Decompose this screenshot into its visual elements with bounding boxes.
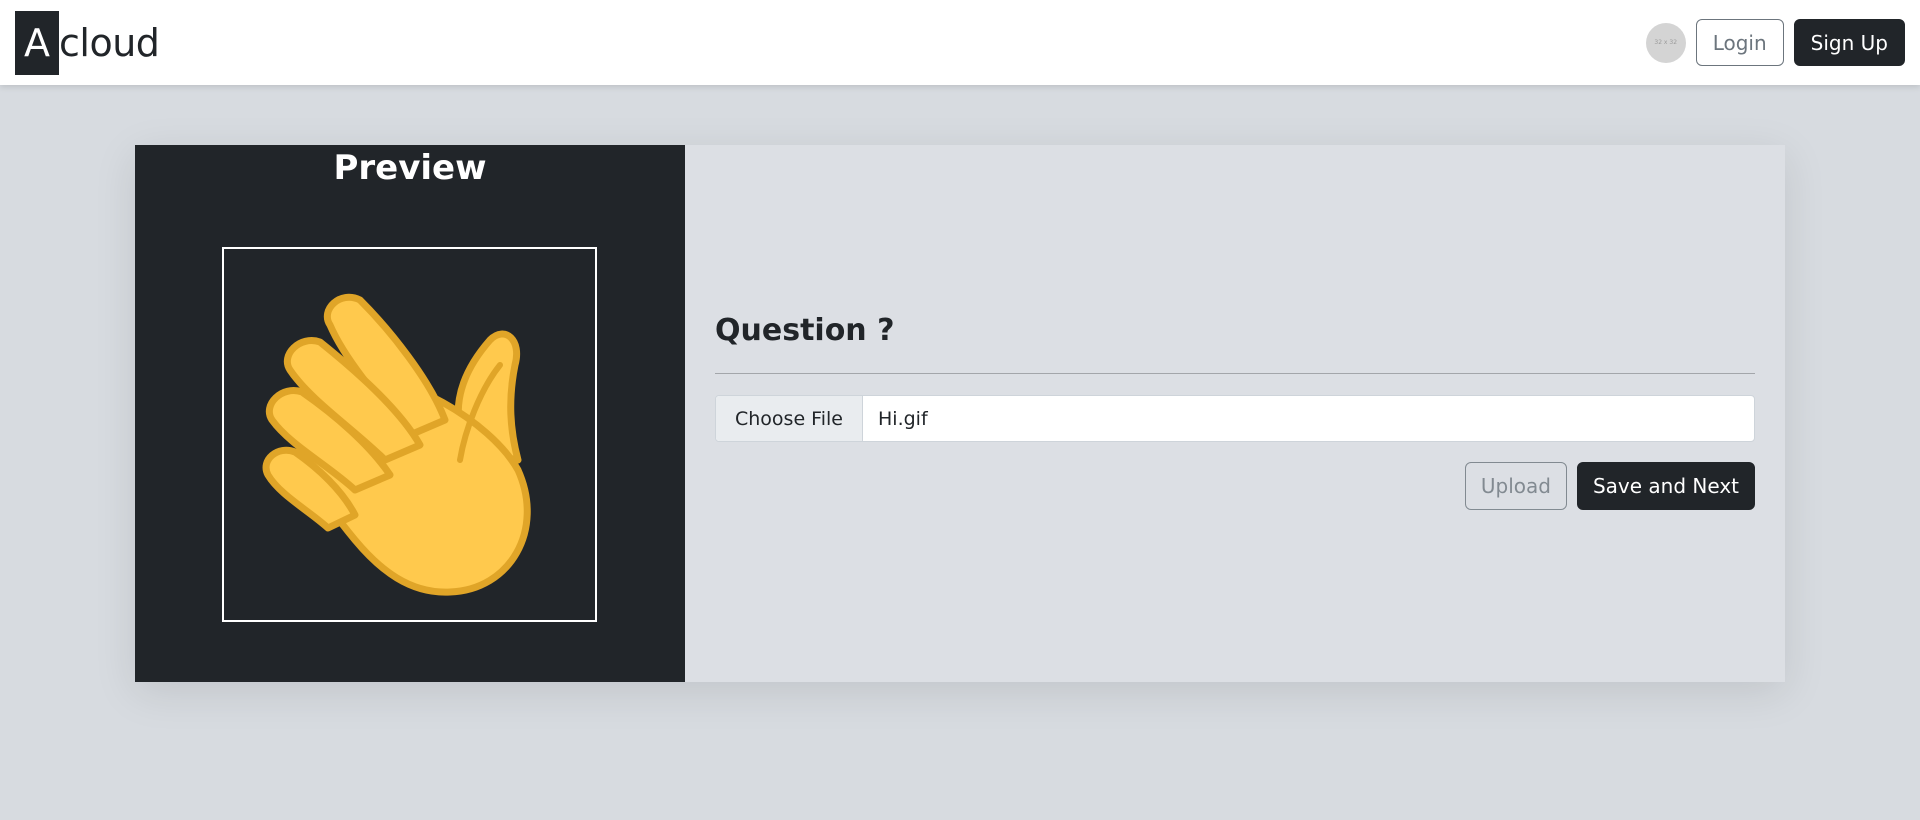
selected-file-name: Hi.gif — [878, 407, 928, 430]
preview-title: Preview — [333, 148, 487, 188]
choose-file-button[interactable]: Choose File — [716, 396, 863, 441]
upload-button[interactable]: Upload — [1464, 462, 1567, 510]
preview-panel: Preview — [135, 145, 685, 682]
save-and-next-button[interactable]: Save and Next — [1576, 462, 1755, 510]
question-heading: Question ? — [715, 313, 895, 348]
upload-form-panel: Question ? Choose File Hi.gif Upload Sav… — [685, 145, 1785, 682]
waving-hand-icon — [262, 293, 531, 596]
navbar: A cloud 32 x 32 Login Sign Up — [0, 0, 1920, 85]
avatar-placeholder-text: 32 x 32 — [1654, 39, 1678, 46]
brand-initial: A — [15, 10, 59, 75]
nav-actions: 32 x 32 Login Sign Up — [1645, 19, 1905, 66]
upload-card: Preview Question ? Choose File Hi.gif Up… — [135, 145, 1785, 682]
form-actions: Upload Save and Next — [1464, 462, 1755, 510]
brand-name: cloud — [59, 20, 160, 65]
divider — [715, 373, 1755, 374]
preview-image-frame — [222, 247, 597, 622]
brand-logo[interactable]: A cloud — [15, 10, 160, 75]
sign-up-button[interactable]: Sign Up — [1793, 19, 1905, 66]
file-input[interactable]: Choose File Hi.gif — [715, 395, 1755, 442]
login-button[interactable]: Login — [1695, 19, 1784, 66]
avatar[interactable]: 32 x 32 — [1645, 22, 1686, 63]
